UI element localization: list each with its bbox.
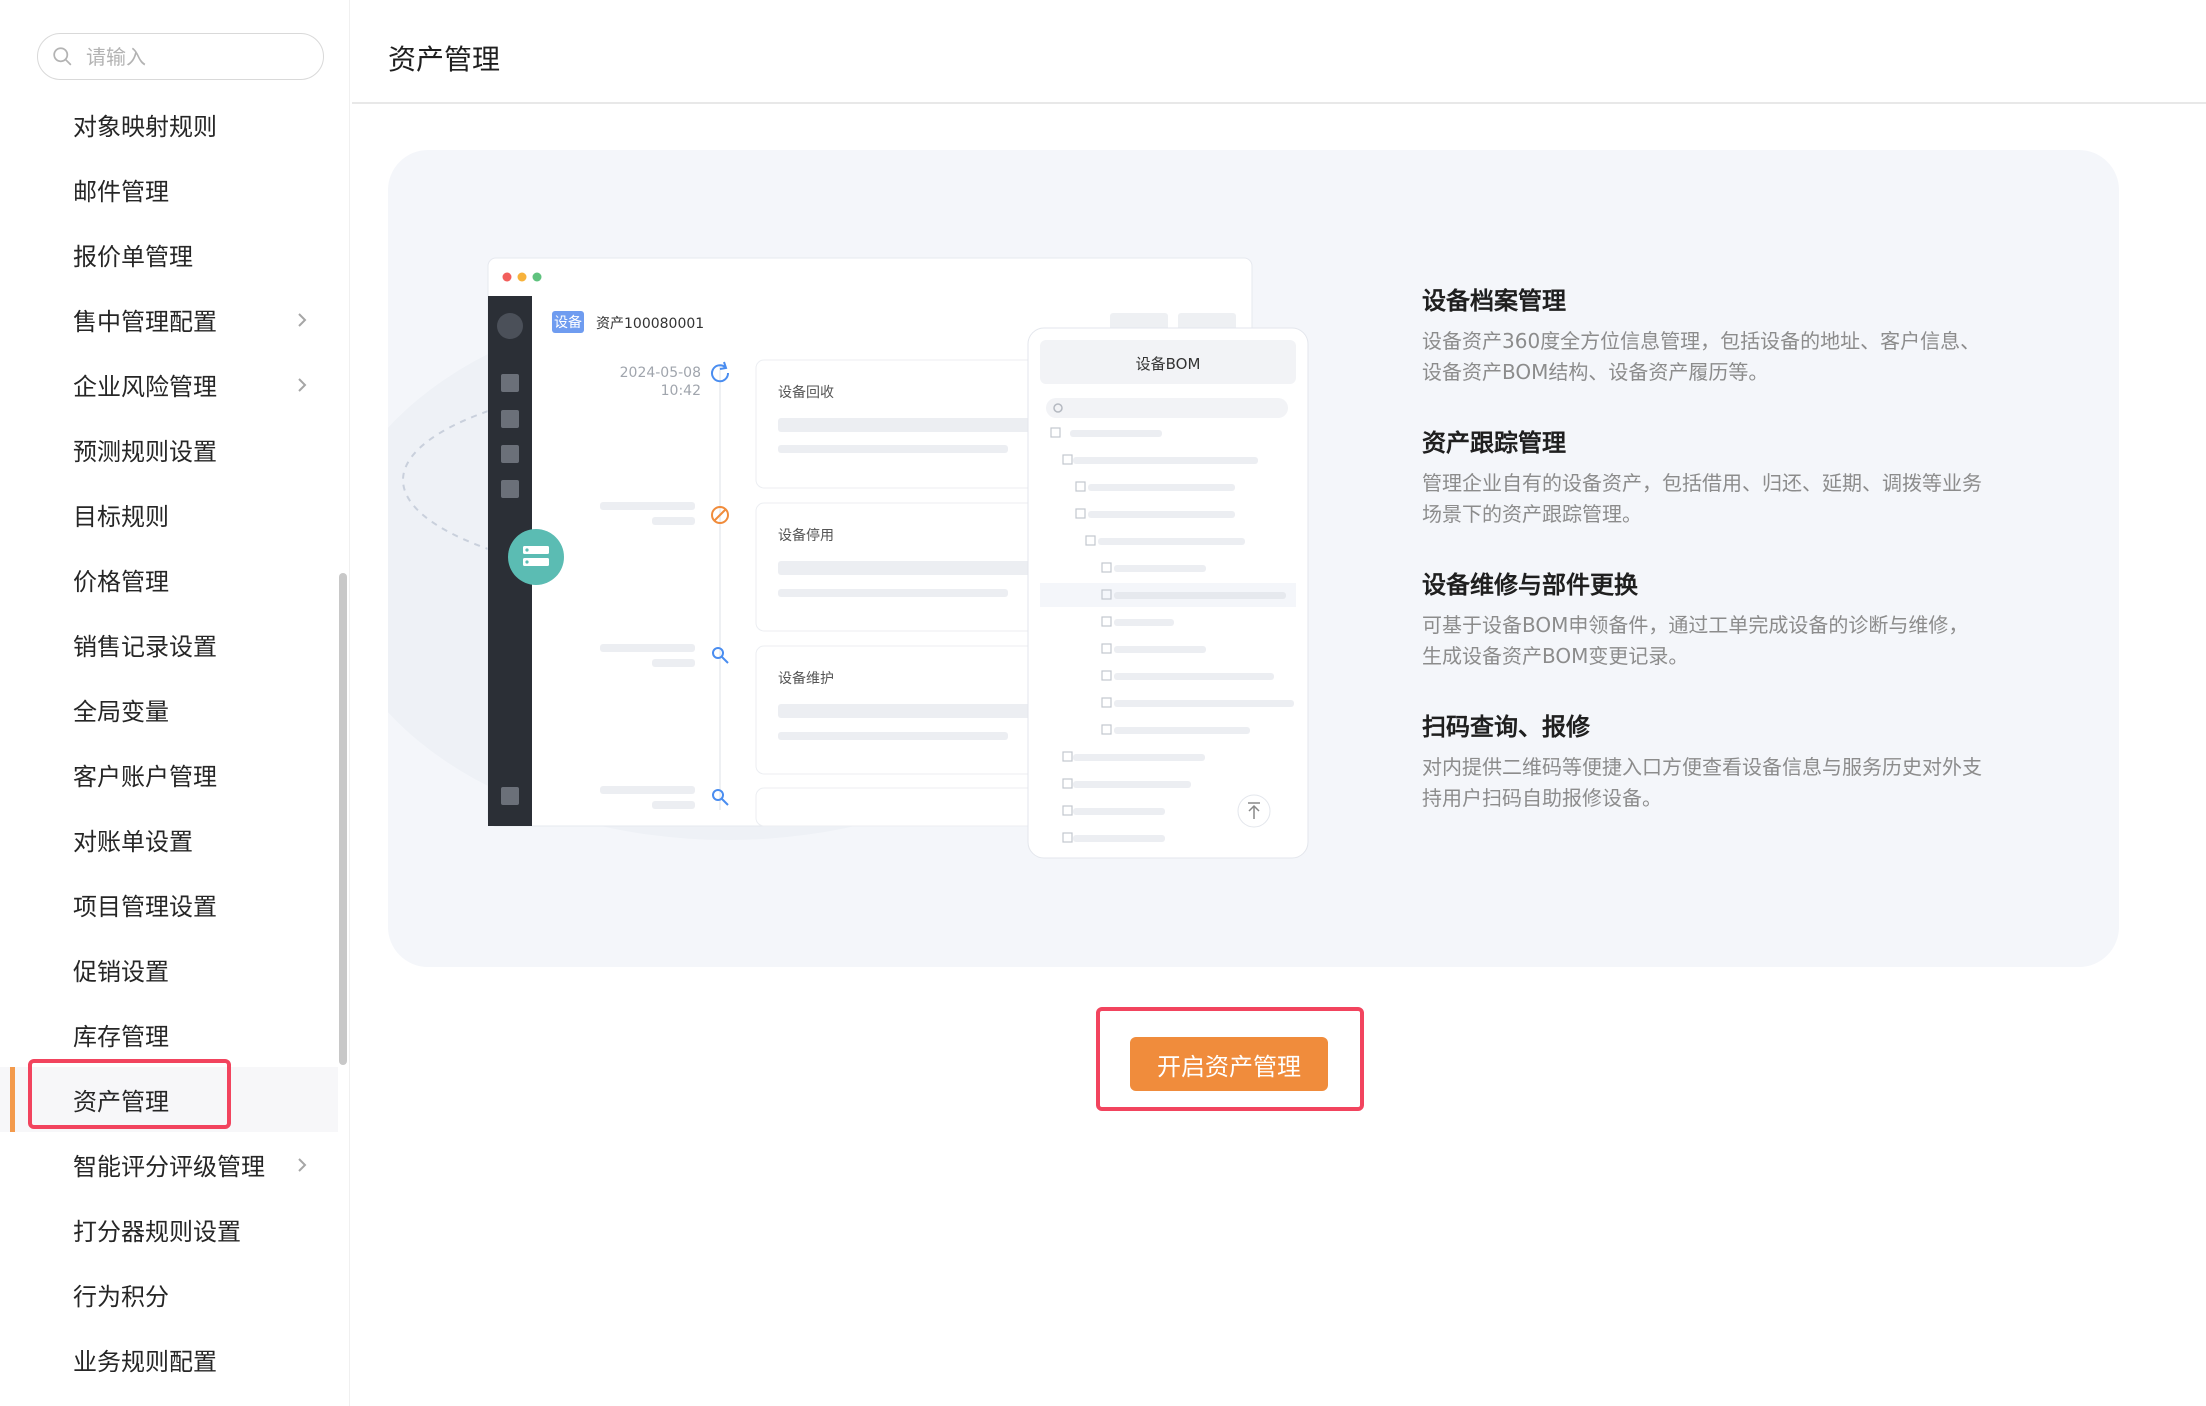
sidebar-item-label: 业务规则配置 (73, 1348, 217, 1376)
feature-item: 设备档案管理 设备资产360度全方位信息管理，包括设备的地址、客户信息、设备资产… (1422, 284, 2022, 388)
sidebar-item-email-management[interactable]: 邮件管理 (0, 157, 338, 222)
feature-item: 扫码查询、报修 对内提供二维码等便捷入口方便查看设备信息与服务历史对外支持用户扫… (1422, 710, 2022, 814)
feature-desc: 可基于设备BOM申领备件，通过工单完成设备的诊断与维修，生成设备资产BOM变更记… (1422, 613, 1969, 668)
page-title: 资产管理 (388, 43, 501, 76)
sidebar-item-forecast-rules[interactable]: 预测规则设置 (0, 417, 338, 482)
sidebar-item-label: 销售记录设置 (73, 633, 217, 661)
event-time: 10:42 (661, 383, 701, 399)
sidebar-item-customer-accounts[interactable]: 客户账户管理 (0, 742, 338, 807)
search-box[interactable] (37, 33, 324, 80)
sidebar-item-label: 目标规则 (73, 503, 169, 531)
sidebar-menu: 对象映射规则 邮件管理 报价单管理 售中管理配置 企业风险管理 预测规则设置 目… (0, 92, 338, 1392)
feature-desc: 管理企业自有的设备资产，包括借用、归还、延期、调拨等业务场景下的资产跟踪管理。 (1422, 471, 1982, 526)
feature-title: 设备维修与部件更换 (1422, 571, 1638, 599)
feature-desc: 设备资产360度全方位信息管理，包括设备的地址、客户信息、设备资产BOM结构、设… (1422, 329, 1981, 384)
feature-card: 设备 资产100080001 2024-05-08 10:42 设备回收 设备停… (388, 150, 2119, 967)
event-date: 2024-05-08 (620, 365, 701, 381)
feature-title: 设备档案管理 (1422, 287, 1566, 315)
sidebar-item-label: 项目管理设置 (73, 893, 217, 921)
sidebar-item-smart-scoring[interactable]: 智能评分评级管理 (0, 1132, 338, 1197)
sidebar: 对象映射规则 邮件管理 报价单管理 售中管理配置 企业风险管理 预测规则设置 目… (0, 0, 350, 1406)
sidebar-item-business-rules[interactable]: 业务规则配置 (0, 1327, 338, 1392)
page-header: 资产管理 (352, 0, 2206, 104)
chevron-right-icon (298, 1158, 307, 1172)
event-title-recycle: 设备回收 (778, 384, 834, 401)
sidebar-item-label: 行为积分 (73, 1283, 169, 1311)
chevron-right-icon (298, 313, 307, 327)
sidebar-item-asset-management[interactable]: 资产管理 (0, 1067, 338, 1132)
sidebar-item-label: 企业风险管理 (73, 373, 217, 401)
window-dot-icon (502, 272, 512, 282)
event-title-disable: 设备停用 (778, 527, 834, 544)
avatar-icon (497, 313, 523, 339)
sidebar-item-label: 客户账户管理 (73, 763, 217, 791)
window-dot-icon (532, 272, 542, 282)
sidebar-item-global-variables[interactable]: 全局变量 (0, 677, 338, 742)
back-to-top-icon (1237, 794, 1271, 828)
search-icon (53, 47, 72, 66)
sidebar-item-label: 智能评分评级管理 (73, 1153, 265, 1181)
sidebar-item-label: 全局变量 (73, 698, 169, 726)
sidebar-item-price-management[interactable]: 价格管理 (0, 547, 338, 612)
feature-item: 资产跟踪管理 管理企业自有的设备资产，包括借用、归还、延期、调拨等业务场景下的资… (1422, 426, 2022, 530)
bom-title: 设备BOM (1136, 355, 1201, 373)
sidebar-item-target-rules[interactable]: 目标规则 (0, 482, 338, 547)
chevron-right-icon (298, 378, 307, 392)
feature-item: 设备维修与部件更换 可基于设备BOM申领备件，通过工单完成设备的诊断与维修，生成… (1422, 568, 2022, 672)
sidebar-item-inventory-management[interactable]: 库存管理 (0, 1002, 338, 1067)
search-input[interactable] (86, 42, 306, 72)
sidebar-item-promotion-settings[interactable]: 促销设置 (0, 937, 338, 1002)
sidebar-item-in-sale-config[interactable]: 售中管理配置 (0, 287, 338, 352)
product-illustration: 设备 资产100080001 2024-05-08 10:42 设备回收 设备停… (388, 257, 1309, 859)
sidebar-item-label: 对账单设置 (73, 828, 193, 856)
device-tag-text: 设备 (554, 314, 582, 331)
feature-desc: 对内提供二维码等便捷入口方便查看设备信息与服务历史对外支持用户扫码自助报修设备。 (1422, 755, 1982, 810)
sidebar-item-object-mapping-rules[interactable]: 对象映射规则 (0, 92, 338, 157)
sidebar-item-label: 价格管理 (73, 568, 169, 596)
sidebar-item-sales-record-settings[interactable]: 销售记录设置 (0, 612, 338, 677)
sidebar-item-label: 促销设置 (73, 958, 169, 986)
sidebar-item-label: 邮件管理 (73, 178, 169, 206)
sidebar-item-label: 预测规则设置 (73, 438, 217, 466)
sidebar-item-label: 报价单管理 (73, 243, 193, 271)
server-icon (508, 529, 564, 585)
sidebar-item-statement-settings[interactable]: 对账单设置 (0, 807, 338, 872)
asset-number: 资产100080001 (596, 316, 704, 332)
sidebar-item-project-settings[interactable]: 项目管理设置 (0, 872, 338, 937)
sidebar-item-label: 库存管理 (73, 1023, 169, 1051)
sidebar-item-label: 打分器规则设置 (73, 1218, 241, 1246)
sidebar-item-enterprise-risk[interactable]: 企业风险管理 (0, 352, 338, 417)
window-dot-icon (517, 272, 527, 282)
event-title-maintain: 设备维护 (778, 670, 834, 687)
sidebar-item-scorer-rules[interactable]: 打分器规则设置 (0, 1197, 338, 1262)
sidebar-item-label: 资产管理 (73, 1088, 169, 1116)
feature-title: 资产跟踪管理 (1422, 429, 1566, 457)
enable-asset-management-button[interactable]: 开启资产管理 (1130, 1037, 1328, 1091)
sidebar-item-behavior-points[interactable]: 行为积分 (0, 1262, 338, 1327)
sidebar-scrollbar[interactable] (339, 573, 347, 1065)
sidebar-item-quote-management[interactable]: 报价单管理 (0, 222, 338, 287)
feature-list: 设备档案管理 设备资产360度全方位信息管理，包括设备的地址、客户信息、设备资产… (1422, 284, 2022, 852)
sidebar-item-label: 售中管理配置 (73, 308, 217, 336)
feature-title: 扫码查询、报修 (1422, 713, 1590, 741)
sidebar-item-label: 对象映射规则 (73, 113, 217, 141)
